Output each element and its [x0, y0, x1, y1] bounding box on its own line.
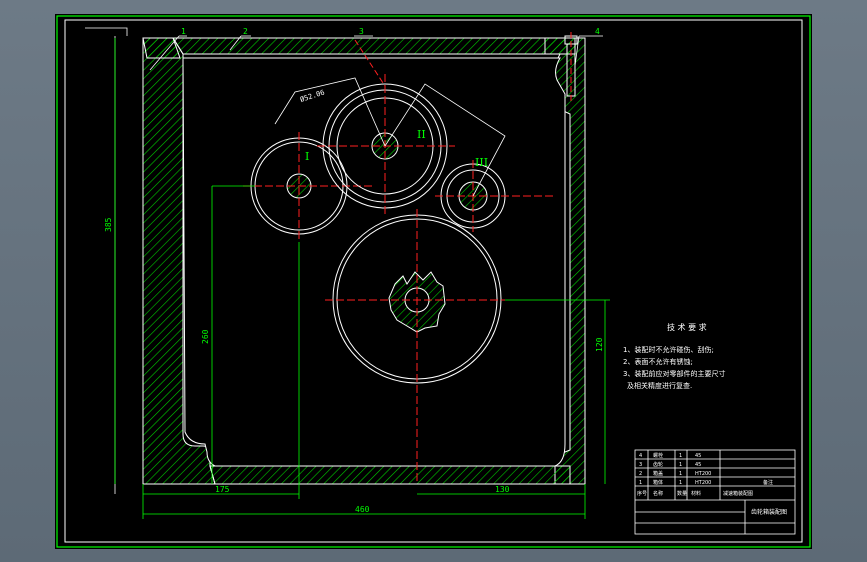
- part-label-1: 1: [181, 27, 186, 36]
- dim-height-inner: 260: [201, 329, 210, 344]
- gear-label-1: I: [305, 150, 309, 163]
- tb-header-name: 名称: [653, 490, 663, 497]
- tb-row-3-no: 2: [639, 471, 642, 477]
- tech-notes-title: 技 术 要 求: [667, 322, 707, 332]
- tech-note-line-4: 及相关精度进行复查.: [627, 381, 692, 390]
- top-left-leader: [85, 27, 128, 494]
- tb-row-1-mat: 45: [695, 453, 701, 459]
- part-label-3: 3: [359, 27, 364, 36]
- gear-label-3: III: [475, 156, 488, 169]
- tb-header-qty: 数量: [677, 490, 687, 497]
- tb-row-3-name: 箱盖: [653, 470, 663, 477]
- tech-note-line-2: 2、表面不允许有锈蚀;: [623, 357, 693, 366]
- tb-row-4-no: 1: [639, 480, 642, 486]
- tech-note-line-1: 1、装配时不允许碰伤、刮伤;: [623, 345, 714, 354]
- tb-row-2-name: 齿轮: [653, 461, 663, 468]
- tb-row-3-mat: HT200: [695, 471, 711, 477]
- part-label-2: 2: [243, 27, 248, 36]
- dim-height-left: 385: [104, 217, 113, 232]
- dim-width-bottom-left: 175: [215, 485, 230, 494]
- tech-note-line-3: 3、装配前应对零部件的主要尺寸: [623, 369, 725, 378]
- tb-row-2-mat: 45: [695, 462, 701, 468]
- tb-row-1-name: 螺栓: [653, 452, 663, 459]
- tb-row-4-qty: 1: [679, 480, 682, 486]
- tb-remarks-label: 备注: [763, 479, 773, 486]
- gear-label-2: II: [417, 128, 426, 141]
- tb-assembly-label: 减速箱装配图: [723, 490, 753, 497]
- housing-wall: [142, 37, 586, 485]
- title-block-text: 4 螺栓 1 45 3 齿轮 1 45 2 箱盖 1 HT200 1 箱体 1 …: [637, 452, 787, 516]
- tb-header-mat: 材料: [691, 490, 701, 497]
- drawing-sheet: 1 2 3 4 I II III Ø52.06 385 260 120 175 …: [55, 14, 812, 549]
- tech-notes: 技 术 要 求 1、装配时不允许碰伤、刮伤; 2、表面不允许有锈蚀; 3、装配前…: [623, 322, 725, 390]
- dim-width-bottom-right: 130: [495, 485, 510, 494]
- part-label-4: 4: [595, 27, 600, 36]
- tb-row-4-name: 箱体: [653, 479, 663, 486]
- tb-row-3-qty: 1: [679, 471, 682, 477]
- assembly-drawing: 1 2 3 4 I II III Ø52.06 385 260 120 175 …: [56, 15, 811, 548]
- tb-row-2-qty: 1: [679, 462, 682, 468]
- tb-row-1-no: 4: [639, 453, 642, 459]
- tb-row-2-no: 3: [639, 462, 642, 468]
- dim-width-total: 460: [355, 505, 370, 514]
- tb-row-4-mat: HT200: [695, 480, 711, 486]
- dim-height-right: 120: [595, 337, 604, 352]
- tb-row-1-qty: 1: [679, 453, 682, 459]
- tb-drawing-name: 齿轮箱装配图: [751, 508, 787, 516]
- tb-header-no: 序号: [637, 490, 647, 497]
